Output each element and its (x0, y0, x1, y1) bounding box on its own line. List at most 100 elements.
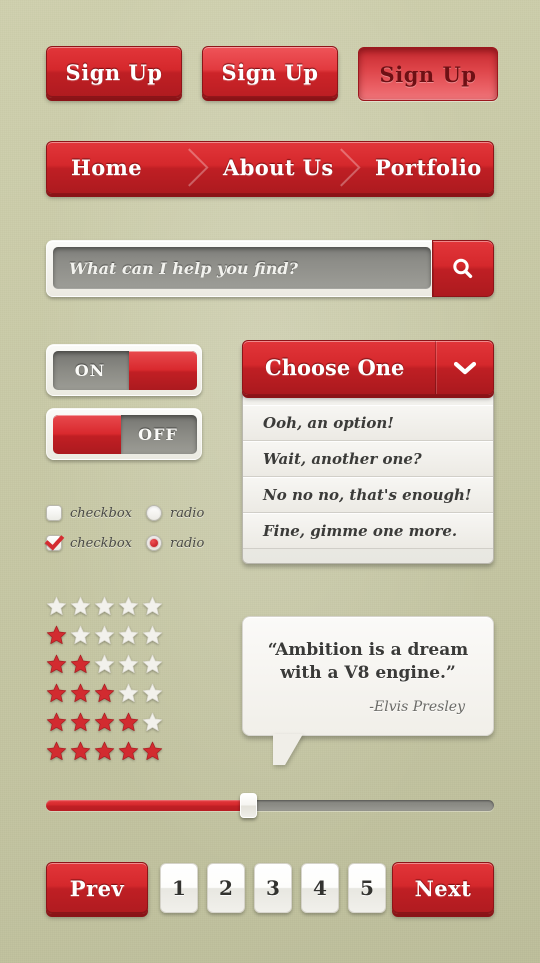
nav-item-about-us[interactable]: About Us (189, 142, 361, 193)
slider-handle[interactable] (240, 793, 257, 818)
pagination-page-4[interactable]: 4 (301, 863, 339, 913)
signup-button-hover[interactable]: Sign Up (202, 46, 338, 98)
toggle-switch-on[interactable]: ON (46, 344, 202, 396)
dropdown-option[interactable]: Wait, another one? (243, 441, 493, 477)
dropdown-arrow-box[interactable] (435, 341, 493, 394)
star-filled-icon[interactable] (94, 741, 115, 762)
star-rating-row[interactable] (46, 708, 166, 737)
pagination-prev-button[interactable]: Prev (46, 862, 148, 914)
star-rating-row[interactable] (46, 592, 166, 621)
toggle-knob[interactable] (53, 415, 121, 454)
pagination-page-5[interactable]: 5 (348, 863, 386, 913)
dropdown-option[interactable]: No no no, that's enough! (243, 477, 493, 513)
chevron-down-icon (453, 361, 476, 374)
star-filled-icon[interactable] (118, 741, 139, 762)
toggle-on-label: ON (74, 361, 106, 380)
testimonial-body: “Ambition is a dream with a V8 engine.” … (242, 616, 494, 765)
star-filled-icon[interactable] (70, 654, 91, 675)
pagination-page-2-label: 2 (219, 876, 233, 900)
star-empty-icon[interactable] (142, 654, 163, 675)
star-empty-icon[interactable] (94, 654, 115, 675)
nav-item-portfolio-label: Portfolio (375, 155, 482, 180)
nav-item-home-label: Home (71, 155, 143, 180)
star-rating-row[interactable] (46, 621, 166, 650)
pagination-next-button[interactable]: Next (392, 862, 494, 914)
radio-dot-icon (146, 535, 162, 551)
nav-item-home[interactable]: Home (47, 142, 209, 193)
dropdown-option-label: Ooh, an option! (263, 414, 394, 432)
dropdown-toggle-button[interactable]: Choose One (242, 340, 494, 395)
star-empty-icon[interactable] (142, 712, 163, 733)
star-empty-icon[interactable] (142, 625, 163, 646)
checkbox-checked[interactable]: checkbox (46, 535, 146, 551)
star-filled-icon[interactable] (46, 712, 67, 733)
star-filled-icon[interactable] (46, 683, 67, 704)
signup-button-normal[interactable]: Sign Up (46, 46, 182, 98)
star-empty-icon[interactable] (118, 596, 139, 617)
star-filled-icon[interactable] (46, 654, 67, 675)
star-filled-icon[interactable] (46, 741, 67, 762)
search-button[interactable] (432, 240, 494, 297)
dropdown-option-list: Ooh, an option! Wait, another one? No no… (242, 391, 494, 564)
dropdown-select: Choose One Ooh, an option! Wait, another… (242, 340, 494, 564)
testimonial-quote-text: “Ambition is a dream with a V8 engine.” (267, 640, 469, 683)
choice-row-checked: checkbox radio (46, 532, 236, 554)
nav-item-portfolio[interactable]: Portfolio (341, 142, 493, 193)
pagination-page-3[interactable]: 3 (254, 863, 292, 913)
pagination-page-4-label: 4 (313, 876, 327, 900)
pagination-page-5-label: 5 (360, 876, 374, 900)
star-rating-row[interactable] (46, 650, 166, 679)
toggle-off-label: OFF (138, 425, 178, 444)
dropdown-option[interactable]: Ooh, an option! (243, 405, 493, 441)
dropdown-option-label: Fine, gimme one more. (263, 522, 458, 540)
pagination: Prev 1 2 3 4 5 Next (46, 862, 494, 920)
signup-button-group: Sign Up Sign Up Sign Up (46, 46, 498, 106)
star-filled-icon[interactable] (46, 625, 67, 646)
star-empty-icon[interactable] (142, 596, 163, 617)
pagination-page-1-label: 1 (172, 876, 186, 900)
star-empty-icon[interactable] (118, 625, 139, 646)
radio-icon (146, 505, 162, 521)
toggle-knob[interactable] (129, 351, 197, 390)
pagination-page-2[interactable]: 2 (207, 863, 245, 913)
nav-item-about-us-label: About Us (223, 155, 334, 180)
radio-selected[interactable]: radio (146, 535, 204, 551)
pagination-page-1[interactable]: 1 (160, 863, 198, 913)
star-empty-icon[interactable] (142, 683, 163, 704)
star-empty-icon[interactable] (118, 683, 139, 704)
radio-label: radio (170, 535, 205, 551)
range-slider[interactable] (46, 793, 494, 818)
dropdown-option-label: No no no, that's enough! (263, 486, 472, 504)
pagination-prev-label: Prev (69, 875, 125, 901)
dropdown-option-label: Wait, another one? (263, 450, 422, 468)
star-empty-icon[interactable] (70, 625, 91, 646)
star-empty-icon[interactable] (70, 596, 91, 617)
signup-button-normal-label: Sign Up (65, 59, 163, 85)
star-empty-icon[interactable] (118, 654, 139, 675)
dropdown-option[interactable]: Fine, gimme one more. (243, 513, 493, 549)
star-filled-icon[interactable] (94, 683, 115, 704)
star-filled-icon[interactable] (118, 712, 139, 733)
breadcrumb-nav: Home About Us Portfolio (46, 141, 494, 194)
star-filled-icon[interactable] (94, 712, 115, 733)
star-filled-icon[interactable] (70, 712, 91, 733)
star-rating-row[interactable] (46, 737, 166, 766)
star-empty-icon[interactable] (94, 596, 115, 617)
choice-controls: checkbox radio checkbox radio (46, 502, 236, 558)
star-filled-icon[interactable] (70, 683, 91, 704)
star-empty-icon[interactable] (94, 625, 115, 646)
toggle-track: OFF (53, 415, 197, 454)
search-input[interactable]: What can I help you find? (53, 247, 431, 289)
testimonial-bubble: “Ambition is a dream with a V8 engine.” … (242, 616, 494, 765)
signup-button-pressed[interactable]: Sign Up (358, 47, 498, 101)
star-filled-icon[interactable] (70, 741, 91, 762)
star-rating-row[interactable] (46, 679, 166, 708)
radio-unselected[interactable]: radio (146, 505, 204, 521)
toggle-switch-off[interactable]: OFF (46, 408, 202, 460)
star-filled-icon[interactable] (142, 741, 163, 762)
pagination-next-label: Next (414, 875, 472, 901)
check-icon (46, 535, 62, 551)
pagination-page-3-label: 3 (266, 876, 280, 900)
star-empty-icon[interactable] (46, 596, 67, 617)
checkbox-unchecked[interactable]: checkbox (46, 505, 146, 521)
